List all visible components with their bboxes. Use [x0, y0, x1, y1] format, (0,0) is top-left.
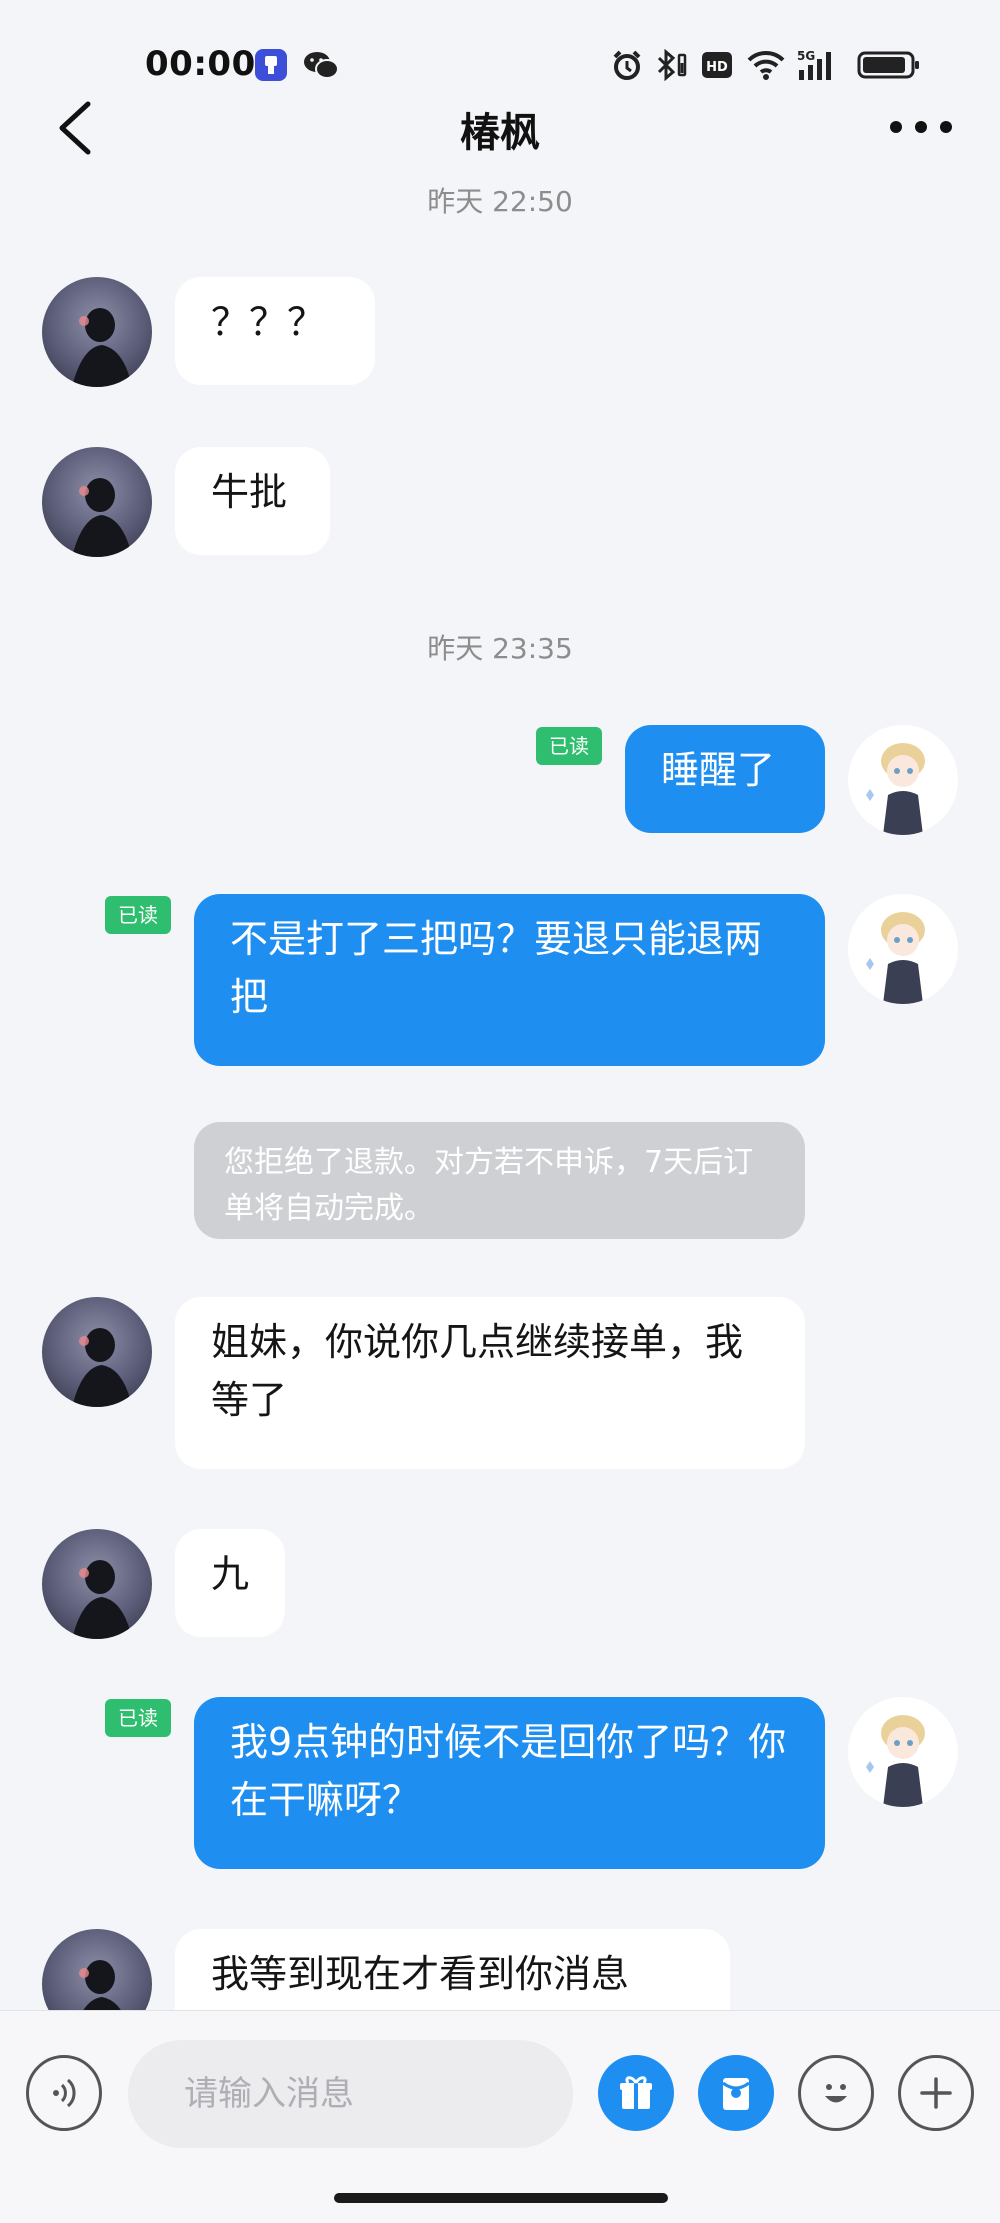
alarm-icon [610, 48, 644, 82]
add-icon [920, 2077, 952, 2109]
5g-signal-icon: 5G [797, 48, 843, 82]
emoji-icon [825, 2084, 847, 2103]
add-button[interactable] [898, 2055, 974, 2131]
contact-avatar[interactable] [42, 1297, 152, 1407]
message-bubble[interactable]: 牛批 [175, 447, 330, 555]
hd-icon: HD [700, 48, 734, 82]
red-packet-button[interactable] [698, 2055, 774, 2131]
app-notification-icon [254, 48, 288, 82]
contact-avatar-image [72, 1560, 132, 1639]
wechat-icon [302, 48, 340, 82]
message-input[interactable]: 请输入消息 [128, 2040, 573, 2148]
voice-button[interactable] [26, 2055, 102, 2131]
wifi-icon [745, 48, 787, 82]
my-avatar[interactable] [848, 1697, 958, 1807]
bluetooth-icon [654, 48, 690, 82]
contact-avatar-image [72, 1328, 132, 1407]
svg-text:5G: 5G [797, 49, 815, 63]
system-notice: 您拒绝了退款。对方若不申诉，7天后订单将自动完成。 [194, 1122, 805, 1239]
message-bubble[interactable]: 睡醒了 [625, 725, 825, 833]
gift-button[interactable] [598, 2055, 674, 2131]
status-time: 00:00 [145, 44, 256, 84]
message-bubble[interactable]: 姐妹，你说你几点继续接单，我等了 [175, 1297, 805, 1469]
message-bubble[interactable]: 九 [175, 1529, 285, 1637]
contact-avatar[interactable] [42, 447, 152, 557]
read-status-badge: 已读 [105, 1699, 171, 1737]
chat-title: 椿枫 [460, 110, 540, 156]
more-icon [890, 121, 952, 133]
read-status-badge: 已读 [105, 896, 171, 934]
red-packet-icon [722, 2078, 750, 2110]
gift-icon [620, 2076, 652, 2109]
my-avatar[interactable] [848, 894, 958, 1004]
my-avatar-image [866, 1715, 925, 1807]
emoji-button[interactable] [798, 2055, 874, 2131]
home-indicator [334, 2193, 668, 2203]
contact-avatar[interactable] [42, 1529, 152, 1639]
timestamp: 昨天 22:50 [427, 185, 573, 218]
my-avatar[interactable] [848, 725, 958, 835]
message-bubble[interactable]: 不是打了三把吗？要退只能退两把 [194, 894, 825, 1066]
svg-text:HD: HD [706, 60, 728, 75]
message-bubble[interactable]: 我9点钟的时候不是回你了吗？你在干嘛呀？ [194, 1697, 825, 1869]
battery-icon [856, 48, 922, 82]
my-avatar-image [866, 912, 925, 1004]
my-avatar-image [866, 743, 925, 835]
contact-avatar-image [72, 308, 132, 387]
voice-icon [53, 2078, 76, 2108]
timestamp: 昨天 23:35 [427, 632, 573, 665]
contact-avatar-image [72, 478, 132, 557]
more-button[interactable] [886, 110, 956, 144]
message-bubble[interactable]: ？？？ [175, 277, 375, 385]
read-status-badge: 已读 [536, 727, 602, 765]
contact-avatar[interactable] [42, 277, 152, 387]
